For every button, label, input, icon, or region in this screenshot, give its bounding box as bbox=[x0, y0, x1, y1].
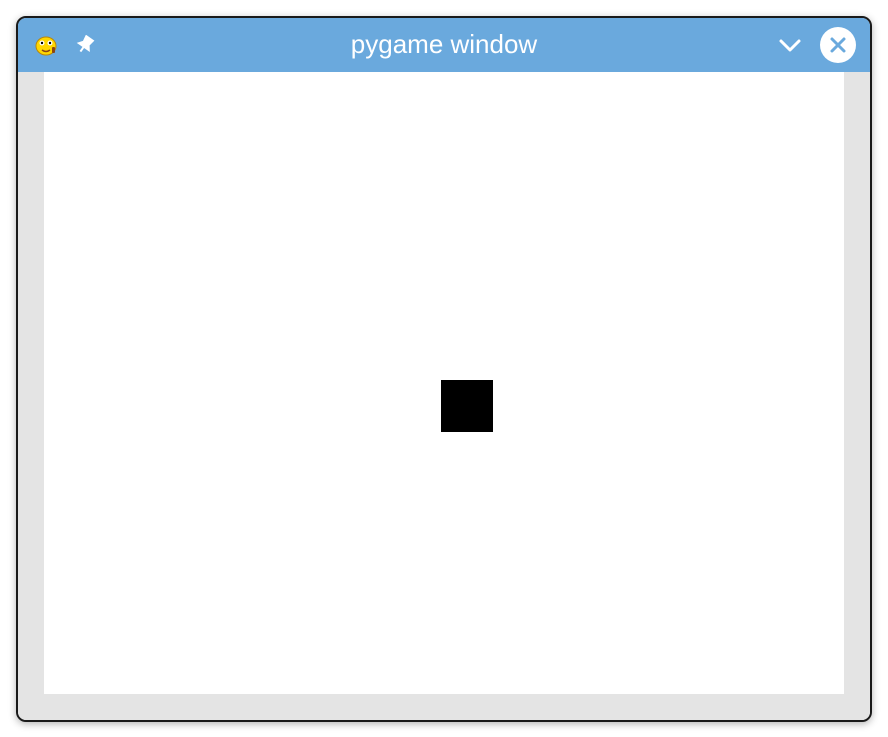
pygame-snake-icon bbox=[32, 31, 60, 59]
minimize-button[interactable] bbox=[776, 31, 804, 59]
window-title: pygame window bbox=[351, 29, 537, 60]
chevron-down-icon bbox=[777, 32, 803, 58]
content-area bbox=[18, 72, 870, 720]
titlebar-controls bbox=[776, 27, 856, 63]
pygame-canvas[interactable] bbox=[44, 72, 844, 694]
titlebar[interactable]: pygame window bbox=[18, 18, 870, 72]
close-button[interactable] bbox=[820, 27, 856, 63]
window-frame: pygame window bbox=[16, 16, 872, 722]
black-square-sprite bbox=[441, 380, 493, 432]
close-icon bbox=[828, 35, 848, 55]
pin-icon[interactable] bbox=[74, 34, 96, 56]
